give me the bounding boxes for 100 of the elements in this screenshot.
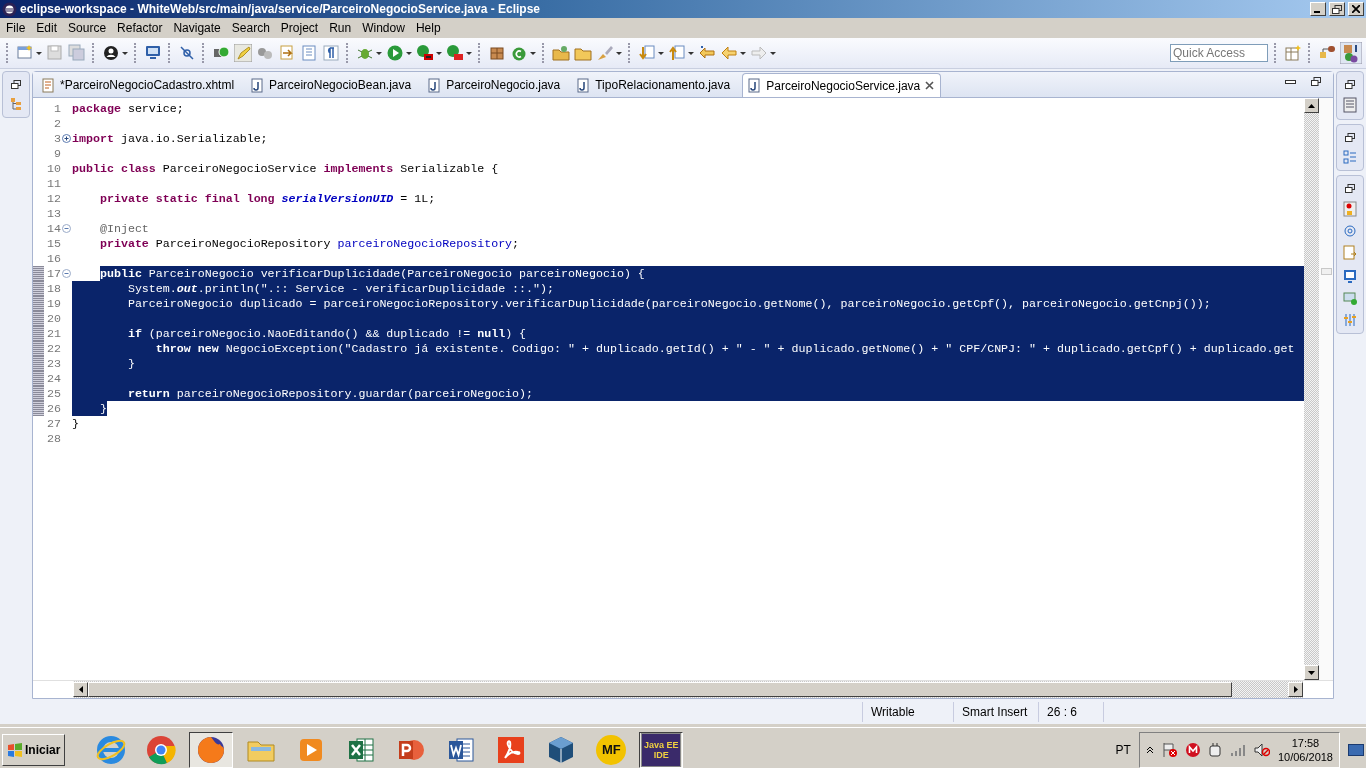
menu-item[interactable]: Search	[226, 19, 276, 37]
open-type-icon	[552, 44, 570, 62]
editor-tab[interactable]: ParceiroNegocio.java	[423, 73, 573, 97]
menu-item[interactable]: File	[1, 19, 32, 37]
run-config-icon[interactable]	[416, 44, 434, 62]
windows-flag-icon	[7, 742, 23, 757]
down-arrow-icon[interactable]	[1308, 670, 1315, 675]
chrome-icon[interactable]	[145, 733, 178, 766]
java-perspective-icon[interactable]	[1340, 42, 1362, 64]
new-file-icon[interactable]	[16, 44, 34, 62]
line-number: 14	[46, 221, 61, 236]
monitor-icon	[144, 44, 162, 62]
scroll-left-button[interactable]	[73, 682, 88, 697]
speaker-muted-icon[interactable]	[1253, 742, 1270, 757]
scroll-up-button[interactable]	[1304, 98, 1319, 113]
menu-item[interactable]: Project	[275, 19, 325, 37]
external-tool-icon[interactable]	[446, 44, 464, 62]
console-icon[interactable]	[1343, 269, 1357, 283]
taskbar-app[interactable]: MF	[589, 731, 634, 768]
java-file-icon	[747, 78, 762, 93]
menu-item[interactable]: Run	[324, 19, 358, 37]
editor-tab[interactable]: ParceiroNegocioService.java	[742, 73, 942, 97]
eclipse-logo-icon	[2, 1, 17, 17]
run-icon[interactable]	[386, 44, 404, 62]
window-title: eclipse-workspace - WhiteWeb/src/main/java/service/ParceiroNegocioService.java - Eclipse	[20, 2, 542, 16]
close-button[interactable]	[1348, 2, 1364, 16]
line-number: 15	[46, 236, 61, 251]
restore-icon[interactable]	[1345, 80, 1355, 89]
code-line: @Inject	[98, 221, 150, 236]
plug-icon[interactable]	[1207, 741, 1222, 758]
open-perspective-icon[interactable]	[1284, 44, 1302, 62]
editor-tab[interactable]: TipoRelacionamento.java	[572, 73, 743, 97]
new-package-icon[interactable]	[488, 44, 506, 62]
at-sign-icon[interactable]	[1344, 225, 1356, 237]
line-number: 23	[46, 356, 61, 371]
mf-badge: MF	[596, 734, 627, 765]
restore-icon[interactable]	[1345, 184, 1355, 193]
code-line: package service;	[72, 101, 185, 116]
code-line: public class ParceiroNegocioService implements Serializable {	[72, 161, 500, 176]
outline-icon[interactable]	[1343, 150, 1357, 164]
show-desktop-icon[interactable]	[1348, 743, 1364, 756]
code-line: private static final long serialVersionUID = 1L;	[98, 191, 437, 206]
up-arrow-icon[interactable]	[1308, 103, 1315, 108]
line-number: 9	[53, 146, 61, 161]
menu-item[interactable]: Refactor	[112, 19, 169, 37]
menu-item[interactable]: Help	[410, 19, 447, 37]
scroll-right-button[interactable]	[1288, 682, 1303, 697]
back-arrow-icon[interactable]	[720, 44, 738, 62]
line-number: 3	[53, 131, 61, 146]
next-edit-icon[interactable]	[638, 44, 656, 62]
markers-icon[interactable]	[1343, 201, 1357, 217]
line-number: 21	[46, 326, 61, 341]
menu-item[interactable]: Source	[63, 19, 113, 37]
restore-icon[interactable]	[1311, 76, 1321, 86]
insert-mode-status: Smart Insert	[953, 701, 1038, 722]
line-number: 12	[46, 191, 61, 206]
line-number: 2	[53, 116, 61, 131]
left-arrow-icon[interactable]	[78, 686, 83, 693]
taskbar-app[interactable]	[189, 731, 234, 768]
quick-access-field[interactable]: Quick Access	[1170, 44, 1268, 62]
line-number: 27	[46, 416, 61, 431]
line-number: 11	[46, 176, 61, 191]
block-selection-icon	[300, 44, 318, 62]
overview-marker[interactable]	[1321, 268, 1332, 275]
java-file-icon	[576, 77, 591, 93]
menu-item[interactable]: Edit	[31, 19, 64, 37]
scrollbar-thumb[interactable]	[88, 682, 1232, 697]
menu-item[interactable]: Navigate	[168, 19, 227, 37]
line-number: 22	[46, 341, 61, 356]
flag-error-icon[interactable]	[1161, 741, 1178, 758]
java-file-icon	[427, 77, 442, 93]
clock-date[interactable]: 10/06/2018	[1277, 749, 1333, 764]
user-icon[interactable]	[102, 44, 120, 62]
close-icon[interactable]	[1352, 5, 1360, 13]
collapse-icon[interactable]	[62, 224, 71, 233]
start-button[interactable]: Iniciar	[2, 733, 66, 766]
close-icon[interactable]	[925, 81, 935, 90]
right-arrow-icon[interactable]	[1293, 686, 1298, 693]
collapse-icon[interactable]	[62, 269, 71, 278]
minimize-button[interactable]	[1310, 2, 1326, 16]
clock-time[interactable]: 17:58	[1291, 735, 1320, 750]
expand-icon[interactable]	[62, 134, 71, 143]
line-number: 13	[46, 206, 61, 221]
pilcrow-icon	[322, 44, 340, 62]
taskbar-app[interactable]: Java EE IDE	[639, 731, 684, 768]
previous-edit-icon[interactable]	[668, 44, 686, 62]
restore-icon[interactable]	[1345, 133, 1355, 142]
m-logo-icon[interactable]	[1185, 742, 1200, 757]
restore-icon[interactable]	[11, 80, 21, 89]
editor-tab[interactable]: ParceiroNegocioBean.java	[246, 73, 424, 97]
language-indicator[interactable]: PT	[1115, 742, 1131, 757]
chevron-up-icon[interactable]	[1145, 745, 1154, 754]
highlighter-icon	[234, 44, 252, 62]
menu-item[interactable]: Window	[357, 19, 411, 37]
declaration-icon[interactable]	[1343, 245, 1357, 261]
sliders-icon[interactable]	[1343, 313, 1357, 327]
scroll-down-button[interactable]	[1304, 665, 1319, 680]
java-file-icon	[250, 77, 265, 93]
crossed-link-icon	[178, 44, 196, 62]
editor-tab[interactable]: *ParceiroNegocioCadastro.xhtml	[37, 73, 247, 97]
